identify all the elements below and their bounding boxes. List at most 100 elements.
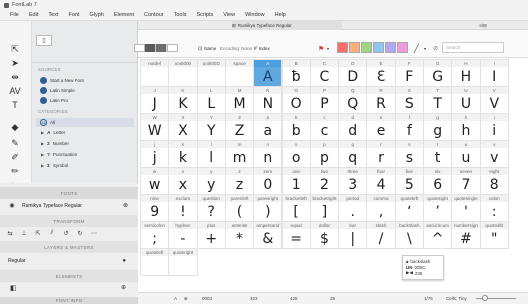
index-button[interactable]: # Index xyxy=(254,43,270,54)
glyph-cell[interactable]: ff xyxy=(394,113,424,141)
pointer-tool-icon[interactable]: ➤ xyxy=(8,57,22,69)
contour-tool-icon[interactable]: ⇱ xyxy=(8,43,22,55)
color-swatch[interactable] xyxy=(373,42,384,53)
glyph-cell[interactable]: OO xyxy=(281,86,311,114)
filter-icon[interactable]: ⊘ xyxy=(433,43,438,54)
menu-item-tools[interactable]: Tools xyxy=(174,12,187,18)
category-all[interactable]: All All xyxy=(36,118,134,127)
pen-tool-icon[interactable]: ✎ xyxy=(8,137,22,149)
menu-item-window[interactable]: Window xyxy=(245,12,265,18)
mode-list-icon[interactable] xyxy=(134,44,145,52)
encoding-dropdown[interactable]: Encoding: None xyxy=(220,43,252,54)
glyph-cell[interactable]: semicolon; xyxy=(140,221,170,249)
glyph-cell[interactable]: quoteright xyxy=(168,248,198,276)
stroke-color-icon[interactable]: ╱ xyxy=(414,43,419,54)
menu-item-edit[interactable]: Edit xyxy=(29,12,38,18)
glyph-cell[interactable]: xx xyxy=(168,167,198,195)
font-row[interactable]: ◉ Rumikya Typeface Regular xyxy=(8,202,82,210)
glyph-cell[interactable]: quotesingle ' xyxy=(451,194,481,222)
glyph-cell[interactable]: comma, xyxy=(366,194,396,222)
glyph-cell[interactable]: nn xyxy=(253,140,283,168)
glyph-cell[interactable]: KK xyxy=(168,86,198,114)
glyph-cell[interactable]: four 4 xyxy=(366,167,396,195)
menu-item-scripts[interactable]: Scripts xyxy=(196,12,213,18)
eraser-tool-icon[interactable]: ◆ xyxy=(8,121,22,133)
glyph-cell[interactable]: ii xyxy=(479,113,509,141)
kerning-tool-icon[interactable]: AV xyxy=(8,85,22,97)
glyph-cell[interactable]: six 6 xyxy=(423,167,453,195)
glyph-cell[interactable]: jj xyxy=(140,140,170,168)
scale-icon[interactable]: ⇱ xyxy=(34,230,42,237)
glyph-cell[interactable]: quoteleft xyxy=(140,248,170,276)
glyph-cell[interactable]: asciicircum ^ xyxy=(423,221,453,249)
glyph-cell[interactable]: uni000D xyxy=(196,59,226,87)
glyph-cell[interactable]: yy xyxy=(196,167,226,195)
text-tool-icon[interactable]: T xyxy=(8,99,22,111)
glyph-cell[interactable]: HH xyxy=(451,59,481,87)
category-punctuation[interactable]: ▶? Punctuation xyxy=(41,152,77,157)
glyph-cell[interactable]: exclam! xyxy=(168,194,198,222)
glyph-cell[interactable]: zz xyxy=(224,167,255,195)
glyph-cell[interactable]: LL xyxy=(196,86,226,114)
glyph-cell[interactable]: colon: xyxy=(479,194,509,222)
element-icon[interactable]: ◧ xyxy=(10,284,17,292)
align-icon[interactable]: ⊥ xyxy=(20,230,28,237)
glyph-cell[interactable]: gg xyxy=(423,113,453,141)
zoom-slider[interactable] xyxy=(476,295,516,301)
glyph-cell[interactable]: RR xyxy=(366,86,396,114)
glyph-cell[interactable]: uni0000 xyxy=(168,59,198,87)
brush-tool-icon[interactable]: ✐ xyxy=(8,151,22,163)
glyph-cell[interactable]: AA xyxy=(253,59,283,87)
menu-item-font[interactable]: Font xyxy=(68,12,79,18)
glyph-cell[interactable]: YY xyxy=(196,113,226,141)
glyph-cell[interactable]: PP xyxy=(309,86,340,114)
glyph-cell[interactable]: CС xyxy=(309,59,340,87)
status-cells[interactable]: Cells: Tiny xyxy=(446,296,467,301)
glyph-cell[interactable]: NN xyxy=(253,86,283,114)
font-close-icon[interactable]: ⊗ xyxy=(123,202,128,209)
menu-item-text[interactable]: Text xyxy=(48,12,58,18)
glyph-cell[interactable]: bb xyxy=(281,113,311,141)
glyph-cell[interactable]: uu xyxy=(451,140,481,168)
zoom-slider-handle[interactable] xyxy=(482,295,488,301)
glyph-cell[interactable]: bar | xyxy=(338,221,368,249)
glyph-cell[interactable]: VV xyxy=(479,86,509,114)
glyph-cell[interactable]: ww xyxy=(140,167,170,195)
glyph-cell[interactable]: XX xyxy=(168,113,198,141)
glyph-cell[interactable]: equal = xyxy=(281,221,311,249)
expand-arrow-icon[interactable]: ▶ xyxy=(41,141,44,146)
element-lock-icon[interactable]: ⊕ xyxy=(121,284,126,291)
glyph-cell[interactable]: GG xyxy=(423,59,453,87)
mode-cells-icon[interactable] xyxy=(145,44,156,52)
search-input[interactable]: Search xyxy=(442,42,504,53)
menu-item-file[interactable]: File xyxy=(10,12,19,18)
glyph-cell[interactable]: backslash \ xyxy=(394,221,424,249)
source-item[interactable]: Start a New Font xyxy=(40,77,84,84)
menu-item-element[interactable]: Element xyxy=(114,12,134,18)
glyph-cell[interactable]: ZZ xyxy=(224,113,255,141)
glyph-cell[interactable]: mm xyxy=(224,140,255,168)
glyph-cell[interactable]: parenleft( xyxy=(224,194,255,222)
glyph-cell[interactable]: one 1 xyxy=(281,167,311,195)
expand-arrow-icon[interactable]: ▶ xyxy=(41,130,44,135)
glyph-cell[interactable]: plus + xyxy=(196,221,226,249)
metrics-tool-icon[interactable]: ⇹ xyxy=(8,71,22,83)
glyph-cell[interactable]: notdef xyxy=(140,59,170,87)
glyph-cell[interactable]: EƐ xyxy=(366,59,396,87)
glyph-cell[interactable]: question? xyxy=(196,194,226,222)
tab-panels[interactable]: ≡/⊟ xyxy=(468,21,498,30)
glyph-cell[interactable]: quoteright’ xyxy=(423,194,453,222)
category-symbol[interactable]: ▶ Σ Symbol xyxy=(41,163,68,168)
glyph-cell[interactable]: bracketright] xyxy=(309,194,340,222)
glyph-cell[interactable]: ee xyxy=(366,113,396,141)
glyph-cell[interactable]: kk xyxy=(168,140,198,168)
layer-row[interactable]: Regular xyxy=(8,258,26,264)
glyph-cell[interactable]: nine 9 xyxy=(140,194,170,222)
glyph-cell[interactable]: hyphen - xyxy=(168,221,198,249)
glyph-cell[interactable]: bracketleft[ xyxy=(281,194,311,222)
flag-dropdown-icon[interactable]: ▾ xyxy=(327,43,329,54)
flag-icon[interactable]: ⚑ xyxy=(318,43,324,54)
glyph-cell[interactable]: vv xyxy=(479,140,509,168)
source-item[interactable]: Latin Pro xyxy=(40,97,68,104)
glyph-cell[interactable]: aa xyxy=(253,113,283,141)
